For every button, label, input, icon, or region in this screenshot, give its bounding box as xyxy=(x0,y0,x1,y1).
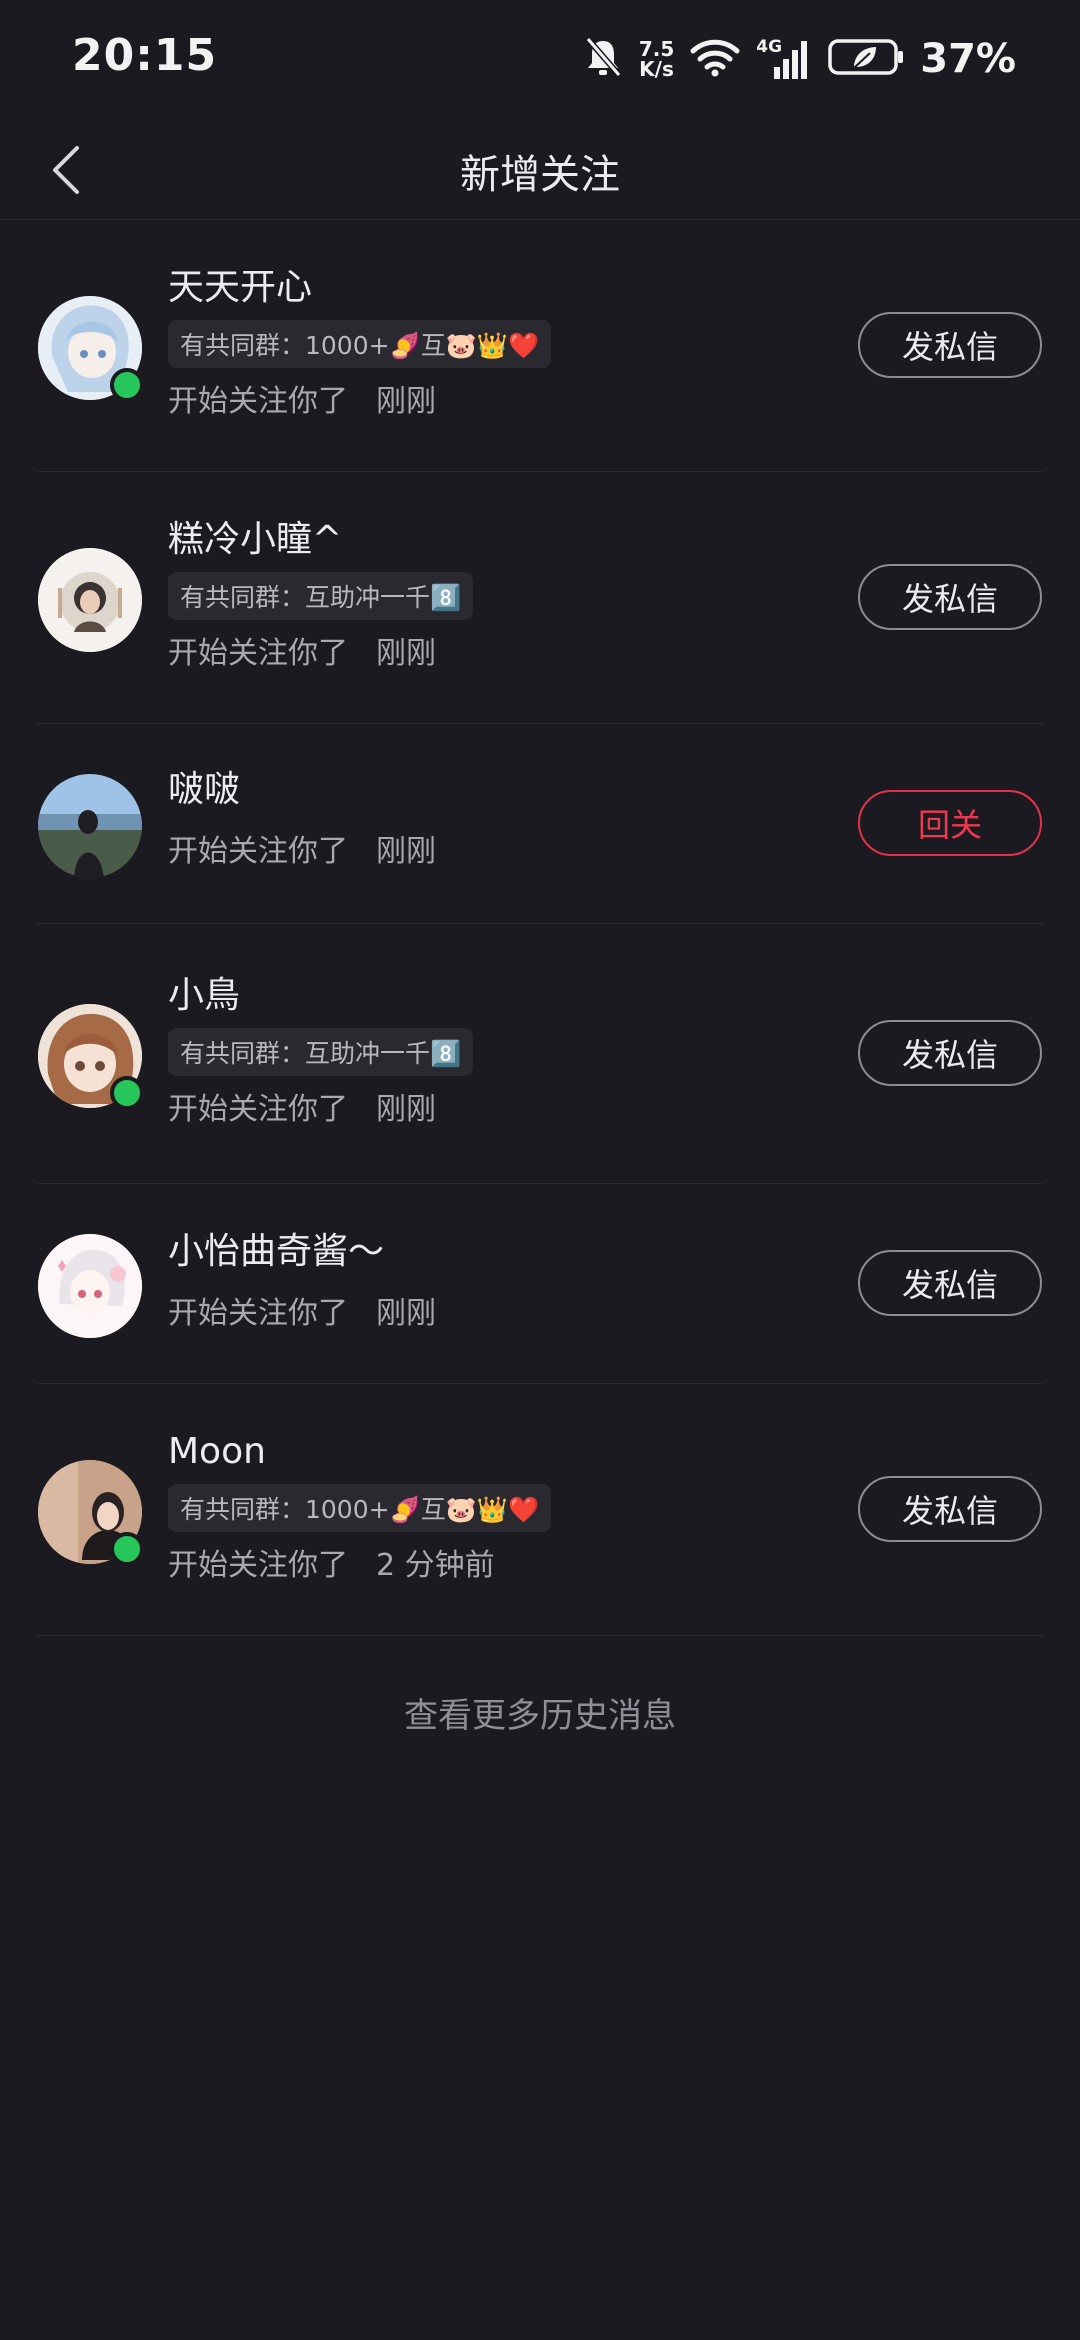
common-group-tag[interactable]: 有共同群：互助冲一千8️⃣ xyxy=(168,1028,474,1076)
list-item[interactable]: 天天开心 有共同群：1000+🍠互🐷👑❤️ 开始关注你了 刚刚 发私信 xyxy=(38,220,1042,472)
action-text: 开始关注你了 xyxy=(168,1092,348,1127)
follow-status: 开始关注你了 刚刚 xyxy=(168,826,436,870)
item-info: Moon 有共同群：1000+🍠互🐷👑❤️ 开始关注你了 2 分钟前 xyxy=(168,1430,552,1584)
view-more-history-link[interactable]: 查看更多历史消息 xyxy=(0,1688,1080,1737)
battery-percent: 37% xyxy=(920,36,1016,82)
avatar[interactable] xyxy=(38,548,142,652)
item-info: 小怡曲奇酱～ 开始关注你了 刚刚 xyxy=(168,1230,436,1332)
net-speed-unit: K/s xyxy=(639,57,674,81)
item-info: 糕冷小瞳^ 有共同群：互助冲一千8️⃣ 开始关注你了 刚刚 xyxy=(168,518,474,672)
timestamp: 2 分钟前 xyxy=(376,1548,495,1583)
timestamp: 刚刚 xyxy=(376,636,436,671)
user-name[interactable]: 小鳥 xyxy=(168,974,473,1018)
common-group-tag[interactable]: 有共同群：互助冲一千8️⃣ xyxy=(168,572,474,620)
net-speed-value: 7.5 xyxy=(638,37,675,61)
avatar[interactable] xyxy=(38,1234,142,1338)
item-info: 小鳥 有共同群：互助冲一千8️⃣ 开始关注你了 刚刚 xyxy=(168,974,474,1128)
action-text: 开始关注你了 xyxy=(168,636,348,671)
follow-status: 开始关注你了 刚刚 xyxy=(168,628,473,672)
new-followers-list: 天天开心 有共同群：1000+🍠互🐷👑❤️ 开始关注你了 刚刚 发私信 糕冷小瞳^… xyxy=(0,220,1080,1636)
timestamp: 刚刚 xyxy=(376,384,436,419)
follow-status: 开始关注你了 2 分钟前 xyxy=(168,1540,551,1584)
follow-status: 开始关注你了 刚刚 xyxy=(168,376,551,420)
list-item[interactable]: 糕冷小瞳^ 有共同群：互助冲一千8️⃣ 开始关注你了 刚刚 发私信 xyxy=(38,472,1042,724)
list-item[interactable]: 啵啵 开始关注你了 刚刚 回关 xyxy=(38,724,1042,924)
action-text: 开始关注你了 xyxy=(168,1548,348,1583)
user-name[interactable]: 啵啵 xyxy=(168,768,436,812)
avatar[interactable] xyxy=(38,774,142,878)
battery-icon xyxy=(828,37,904,81)
net-speed: 7.5 K/s xyxy=(639,39,674,79)
list-item[interactable]: Moon 有共同群：1000+🍠互🐷👑❤️ 开始关注你了 2 分钟前 发私信 xyxy=(38,1384,1042,1636)
header: 新增关注 xyxy=(0,120,1080,220)
status-time: 20:15 xyxy=(72,30,218,81)
status-icons: 7.5 K/s 4G 37% xyxy=(583,34,1016,84)
follow-status: 开始关注你了 刚刚 xyxy=(168,1084,473,1128)
message-button[interactable]: 发私信 xyxy=(858,1020,1042,1086)
message-button[interactable]: 发私信 xyxy=(858,312,1042,378)
online-status-dot xyxy=(110,1532,144,1566)
common-group-tag[interactable]: 有共同群：1000+🍠互🐷👑❤️ xyxy=(168,1484,552,1532)
follow-status: 开始关注你了 刚刚 xyxy=(168,1288,436,1332)
cellular-signal-icon: 4G xyxy=(756,37,812,81)
message-button[interactable]: 发私信 xyxy=(858,564,1042,630)
common-group-tag[interactable]: 有共同群：1000+🍠互🐷👑❤️ xyxy=(168,320,552,368)
page-title: 新增关注 xyxy=(460,152,620,198)
timestamp: 刚刚 xyxy=(376,1296,436,1331)
status-bar: 20:15 7.5 K/s 4G 37% xyxy=(0,0,1080,120)
message-button[interactable]: 发私信 xyxy=(858,1476,1042,1542)
user-name[interactable]: 小怡曲奇酱～ xyxy=(168,1230,436,1274)
action-text: 开始关注你了 xyxy=(168,1296,348,1331)
wifi-icon xyxy=(690,37,740,81)
user-name[interactable]: 天天开心 xyxy=(168,266,551,310)
item-info: 天天开心 有共同群：1000+🍠互🐷👑❤️ 开始关注你了 刚刚 xyxy=(168,266,552,420)
user-name[interactable]: 糕冷小瞳^ xyxy=(168,518,473,562)
online-status-dot xyxy=(110,368,144,402)
mute-bell-icon xyxy=(583,35,623,83)
item-info: 啵啵 开始关注你了 刚刚 xyxy=(168,768,436,870)
action-text: 开始关注你了 xyxy=(168,834,348,869)
user-name[interactable]: Moon xyxy=(168,1430,551,1474)
list-item[interactable]: 小鳥 有共同群：互助冲一千8️⃣ 开始关注你了 刚刚 发私信 xyxy=(38,924,1042,1184)
online-status-dot xyxy=(110,1076,144,1110)
action-text: 开始关注你了 xyxy=(168,384,348,419)
message-button[interactable]: 发私信 xyxy=(858,1250,1042,1316)
timestamp: 刚刚 xyxy=(376,834,436,869)
timestamp: 刚刚 xyxy=(376,1092,436,1127)
list-item[interactable]: 小怡曲奇酱～ 开始关注你了 刚刚 发私信 xyxy=(38,1184,1042,1384)
follow-back-button[interactable]: 回关 xyxy=(858,790,1042,856)
